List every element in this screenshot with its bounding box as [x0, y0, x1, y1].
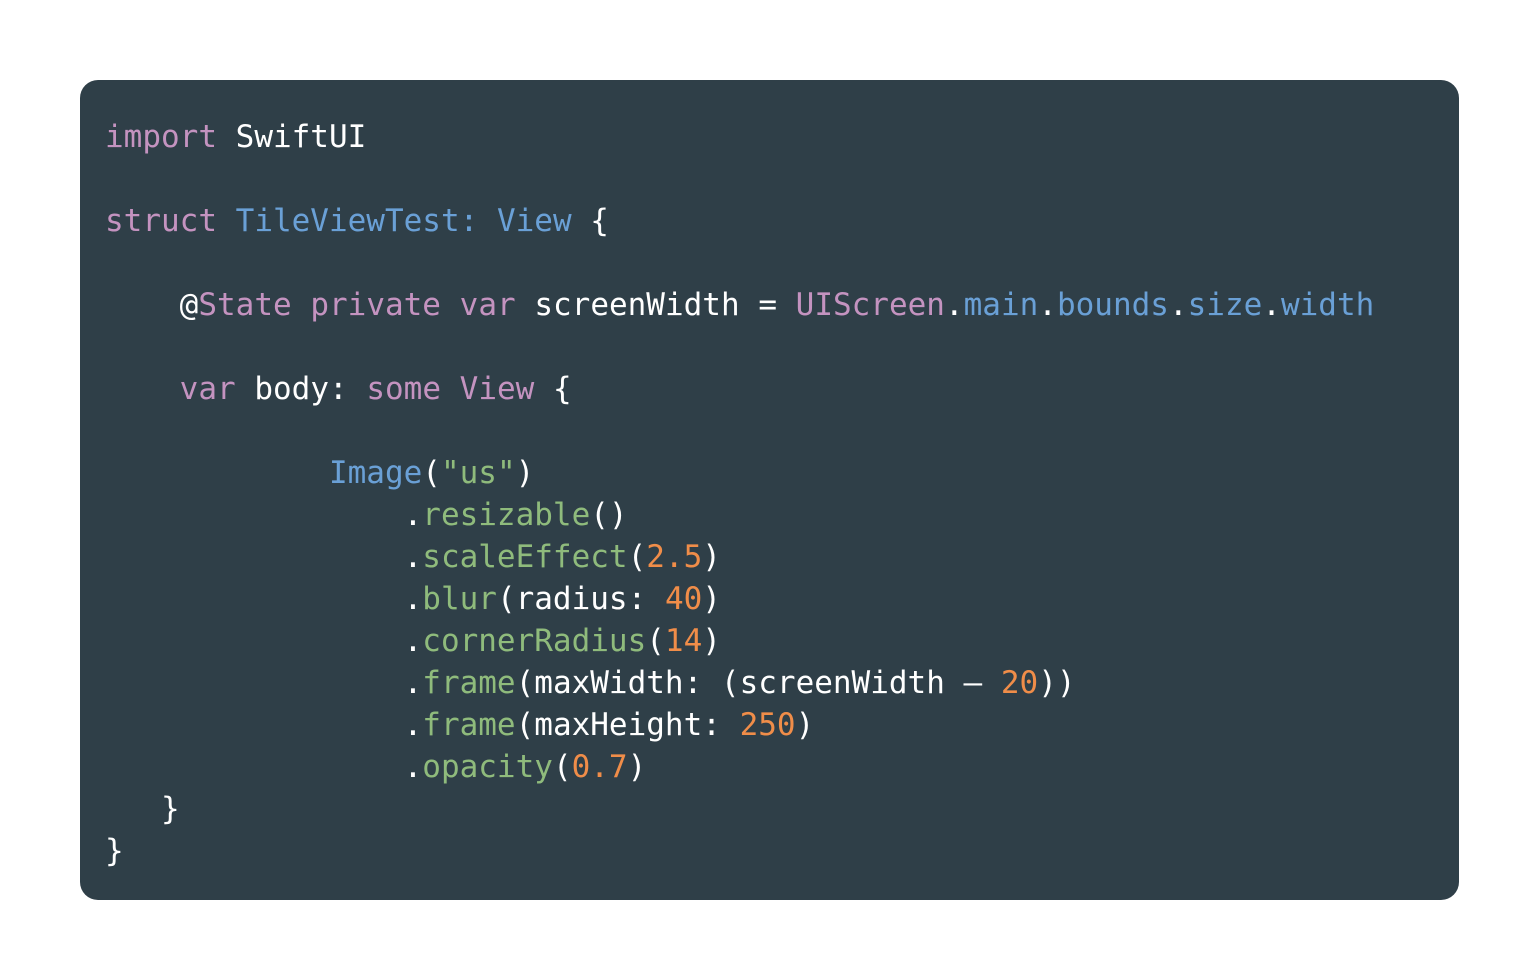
code-line-16: .opacity(0.7)	[105, 749, 647, 785]
property: main	[963, 287, 1039, 323]
operator: =	[758, 287, 777, 323]
property: bounds	[1056, 287, 1169, 323]
argument: maxHeight:	[534, 707, 721, 743]
module-name: SwiftUI	[235, 119, 367, 155]
class-name: UIScreen	[795, 287, 945, 323]
number-literal: 40	[664, 581, 703, 617]
code-line-15: .frame(maxHeight: 250)	[105, 707, 815, 743]
code-text: import SwiftUI struct TileViewTest: View …	[105, 116, 1374, 872]
string-literal: "us"	[440, 455, 516, 491]
argument: maxWidth: (screenWidth –	[534, 665, 983, 701]
code-line-9: Image("us")	[328, 455, 535, 491]
type-name: Image	[328, 455, 423, 491]
number-literal: 0.7	[571, 749, 628, 785]
method-name: resizable	[422, 497, 591, 533]
keyword: import	[105, 119, 217, 155]
code-line-14: .frame(maxWidth: (screenWidth – 20))	[105, 665, 1076, 701]
code-line-5: @State private var screenWidth = UIScree…	[179, 287, 1375, 323]
method-name: frame	[422, 707, 516, 743]
number-literal: 250	[739, 707, 796, 743]
argument: radius:	[515, 581, 647, 617]
method-name: opacity	[422, 749, 553, 785]
brace: {	[552, 371, 572, 407]
code-block: import SwiftUI struct TileViewTest: View …	[80, 80, 1459, 900]
code-line-3: struct TileViewTest: View {	[105, 200, 1374, 242]
method-name: blur	[422, 581, 497, 617]
keyword: var	[179, 371, 236, 407]
code-line-17: }	[105, 788, 1374, 830]
code-line-1: import SwiftUI	[105, 116, 1374, 158]
code-line-13: .cornerRadius(14)	[105, 623, 721, 659]
code-line-10: .resizable()	[105, 497, 628, 533]
variable-name: screenWidth	[534, 287, 740, 323]
type-name: View	[496, 203, 572, 239]
number-literal: 20	[1000, 665, 1039, 701]
method-name: frame	[422, 665, 516, 701]
property: width	[1280, 287, 1375, 323]
type-name: View	[459, 371, 535, 407]
keyword: some	[366, 371, 441, 407]
struct-name: TileViewTest:	[235, 203, 479, 239]
method-name: scaleEffect	[422, 539, 628, 575]
variable-name: body:	[254, 371, 348, 407]
code-line-12: .blur(radius: 40)	[105, 581, 721, 617]
brace: {	[590, 203, 609, 239]
code-line-7: var body: some View {	[105, 368, 1374, 410]
at-symbol: @	[179, 287, 199, 323]
method-name: cornerRadius	[422, 623, 647, 659]
code-line-18: }	[105, 830, 1374, 872]
number-literal: 2.5	[646, 539, 703, 575]
keyword: private	[310, 287, 441, 323]
keyword: var	[459, 287, 516, 323]
brace: }	[161, 791, 180, 827]
keyword: struct	[105, 203, 217, 239]
property: size	[1187, 287, 1263, 323]
code-line-11: .scaleEffect(2.5)	[105, 539, 721, 575]
brace: }	[105, 833, 124, 869]
number-literal: 14	[664, 623, 703, 659]
attribute: State	[198, 287, 292, 323]
